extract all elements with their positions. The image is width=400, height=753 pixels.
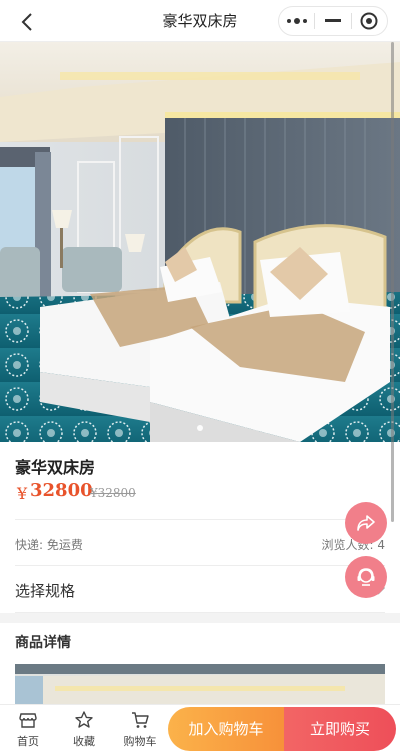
chevron-left-icon xyxy=(21,13,32,31)
price-currency: ¥ xyxy=(17,484,28,503)
tab-cart[interactable]: 购物车 xyxy=(114,705,166,753)
tab-home-label: 首页 xyxy=(17,735,39,748)
navigation-bar: 豪华双床房 xyxy=(0,0,400,42)
original-price: ¥32800 xyxy=(90,486,136,500)
mini-program-capsule xyxy=(278,6,388,36)
product-price: 32800 xyxy=(30,480,93,501)
more-button[interactable] xyxy=(279,7,314,35)
product-title: 豪华双床房 xyxy=(15,458,96,477)
scrollbar[interactable] xyxy=(391,42,394,522)
tab-favorite[interactable]: 收藏 xyxy=(58,705,110,753)
customer-service-icon xyxy=(357,568,375,586)
bottom-action-bar: 首页 收藏 购物车 加入购物车 立即购买 xyxy=(0,704,400,753)
tab-favorite-label: 收藏 xyxy=(73,735,95,748)
target-close-icon xyxy=(360,12,378,30)
buy-now-button[interactable]: 立即购买 xyxy=(284,707,396,751)
carousel-indicator-dot xyxy=(197,425,203,431)
customer-service-button[interactable] xyxy=(345,556,387,598)
close-button[interactable] xyxy=(352,7,387,35)
select-spec-label: 选择规格 xyxy=(15,582,76,600)
shipping-info: 快递: 免运费 xyxy=(15,538,83,552)
hotel-room-detail-image xyxy=(15,664,385,704)
hotel-room-image xyxy=(0,42,400,442)
select-spec-row[interactable]: 选择规格 xyxy=(0,566,400,612)
add-to-cart-button[interactable]: 加入购物车 xyxy=(168,707,284,751)
divider xyxy=(15,519,385,520)
tab-home[interactable]: 首页 xyxy=(2,705,54,753)
detail-section-title: 商品详情 xyxy=(15,635,71,651)
star-icon xyxy=(75,711,93,728)
share-arrow-icon xyxy=(357,515,375,531)
minimize-icon xyxy=(324,19,341,22)
detail-image xyxy=(15,664,385,704)
share-button[interactable] xyxy=(345,502,387,544)
back-button[interactable] xyxy=(14,9,40,35)
more-dots-icon xyxy=(286,18,307,24)
shop-icon xyxy=(19,713,37,728)
minimize-button[interactable] xyxy=(315,7,350,35)
product-image-carousel[interactable] xyxy=(0,42,400,442)
tab-cart-label: 购物车 xyxy=(123,735,157,748)
section-gap xyxy=(0,613,400,623)
cart-icon xyxy=(132,712,149,728)
